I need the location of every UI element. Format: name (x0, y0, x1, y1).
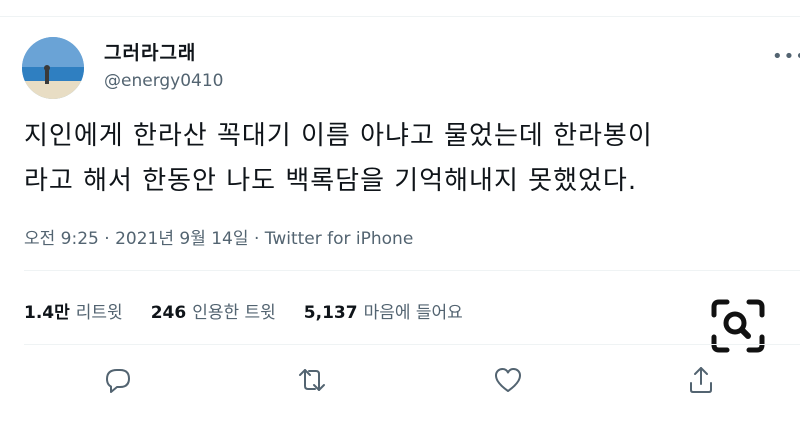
quote-count-value: 246 (150, 303, 187, 323)
display-name[interactable]: 그러라그래 (104, 38, 196, 65)
tweet-text-line-2: 라고 해서 한동안 나도 백록담을 기억해내지 못했었다. (24, 166, 638, 196)
quote-count-label: 인용한 트윗 (192, 303, 276, 323)
user-handle[interactable]: @energy0410 (104, 71, 224, 91)
tweet-text-line-1: 지인에게 한라산 꼭대기 이름 아냐고 물었는데 한라봉이 (24, 121, 653, 151)
reply-icon[interactable] (100, 362, 136, 398)
tweet-time: 오전 9:25 (24, 229, 99, 249)
meta-separator: · (104, 229, 110, 249)
retweet-count-label: 리트윗 (75, 303, 123, 323)
retweet-count[interactable]: 1.4만 리트윗 (24, 298, 123, 323)
more-horizontal-icon[interactable]: ••• (772, 46, 800, 67)
like-count-label: 마음에 들어요 (363, 303, 463, 323)
tweet-source-link[interactable]: Twitter for iPhone (265, 229, 414, 249)
like-count-value: 5,137 (303, 303, 358, 323)
meta-separator: · (253, 229, 260, 249)
top-divider (0, 16, 800, 17)
share-icon[interactable] (683, 362, 719, 398)
tweet-text: 지인에게 한라산 꼭대기 이름 아냐고 물었는데 한라봉이 라고 해서 한동안 … (24, 114, 796, 204)
tweet-time-link[interactable]: 오전 9:25 · 2021년 9월 14일 (24, 229, 249, 249)
tweet-stats: 1.4만 리트윗 246 인용한 트윗 5,137 마음에 들어요 (24, 298, 491, 323)
quote-count[interactable]: 246 인용한 트윗 (151, 298, 276, 323)
divider-above-actions (24, 344, 800, 345)
action-bar (0, 362, 800, 398)
avatar[interactable] (22, 37, 84, 99)
retweet-count-value: 1.4만 (24, 303, 70, 323)
like-count[interactable]: 5,137 마음에 들어요 (304, 298, 463, 323)
divider-above-stats (24, 270, 800, 271)
tweet-date: 2021년 9월 14일 (115, 229, 249, 249)
tweet-meta: 오전 9:25 · 2021년 9월 14일 · Twitter for iPh… (24, 224, 413, 249)
heart-icon[interactable] (490, 362, 526, 398)
retweet-icon[interactable] (294, 362, 330, 398)
